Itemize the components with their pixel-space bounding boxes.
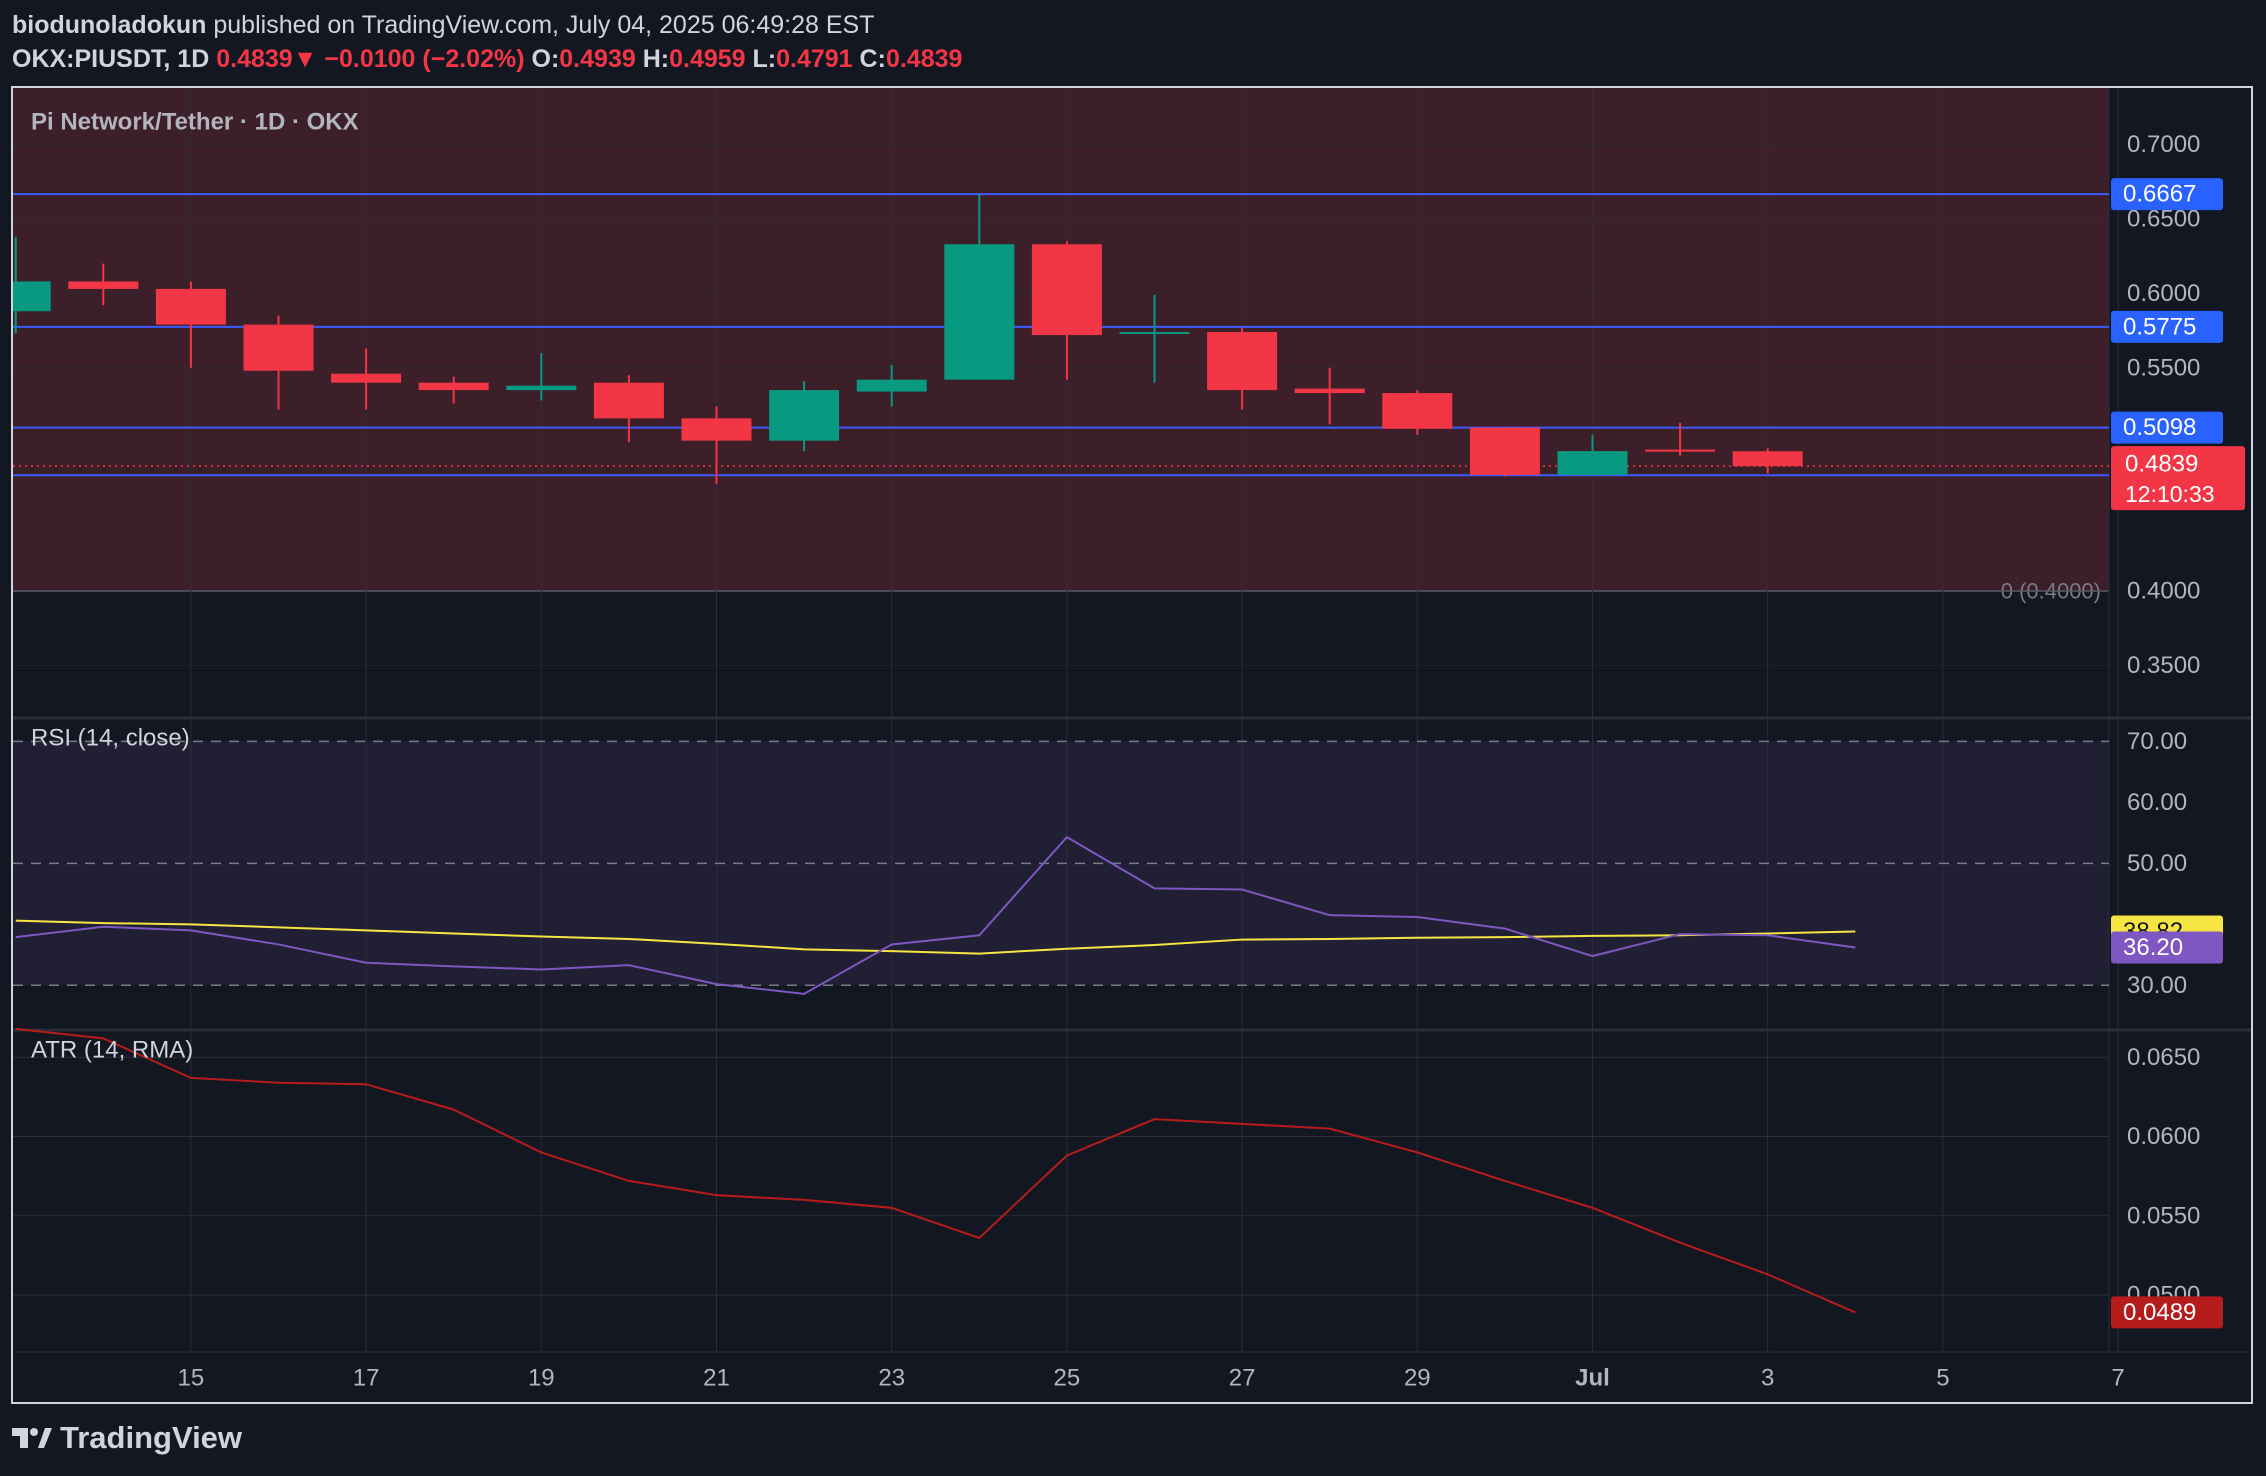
price-axis-label: 0.4000 [2127, 577, 2200, 604]
candle-down [1732, 451, 1803, 467]
atr-line [15, 1027, 1856, 1314]
rsi-last-tag: 36.20 [2123, 934, 2183, 961]
candle-up [769, 390, 840, 441]
tradingview-logo[interactable]: TradingView [12, 1420, 242, 1456]
candle-down [1469, 427, 1540, 475]
tradingview-logo-icon [12, 1428, 52, 1448]
level-tag: 0.5775 [2123, 313, 2196, 340]
time-axis-label: 7 [2111, 1365, 2124, 1392]
publish-line: biodunoladokun published on TradingView.… [12, 8, 962, 42]
high-value: 0.4959 [669, 45, 746, 73]
down-arrow-icon: ▼ [292, 45, 318, 73]
time-axis-label: Jul [1575, 1365, 1610, 1392]
rsi-axis-label: 60.00 [2127, 789, 2187, 816]
last-price-tag: 0.4839 [2125, 451, 2198, 478]
candle-down [1382, 393, 1453, 429]
time-axis-label: 29 [1404, 1365, 1431, 1392]
rsi-axis-label: 70.00 [2127, 728, 2187, 755]
candle-down [68, 281, 139, 289]
chart-frame[interactable]: 0 (0.4000) Pi Network/Tether · 1D · OKX RS… [11, 86, 2253, 1404]
candle-down [1294, 388, 1365, 394]
publisher-name[interactable]: biodunoladokun [12, 11, 206, 39]
open-label: O: [531, 45, 560, 73]
candle-up [856, 379, 927, 392]
chart-header: biodunoladokun published on TradingView.… [12, 8, 962, 76]
time-axis-label: 17 [353, 1365, 380, 1392]
price-axis-label: 0.3500 [2127, 652, 2200, 679]
price-axis-label: 0.6000 [2127, 280, 2200, 307]
candle-up [944, 244, 1015, 380]
rsi-pane-title: RSI (14, close) [31, 725, 190, 752]
rsi-axis-label: 50.00 [2127, 850, 2187, 877]
candle-down [1645, 449, 1716, 452]
candle-down [1207, 332, 1278, 391]
time-axis-label: 3 [1761, 1365, 1774, 1392]
candle-down [681, 418, 752, 441]
candle-up [1119, 332, 1190, 335]
price-axis-label: 0.7000 [2127, 131, 2200, 158]
candle-up [13, 281, 51, 312]
candle-down [418, 382, 489, 391]
candle-down [593, 382, 664, 419]
price-change: −0.0100 (−2.02%) [324, 45, 525, 73]
atr-last-tag: 0.0489 [2123, 1299, 2196, 1326]
atr-axis-label: 0.0600 [2127, 1123, 2200, 1150]
high-label: H: [642, 45, 670, 73]
symbol-name: OKX:PIUSDT, 1D [12, 45, 210, 73]
time-axis-label: 21 [703, 1365, 730, 1392]
level-tag: 0.5098 [2123, 414, 2196, 441]
atr-axis-label: 0.0650 [2127, 1044, 2200, 1071]
price-zone [13, 88, 2109, 591]
bar-countdown: 12:10:33 [2125, 481, 2215, 507]
candle-up [1557, 451, 1628, 475]
candle-down [155, 288, 226, 325]
close-value: 0.4839 [885, 45, 963, 73]
last-price: 0.4839 [216, 45, 293, 73]
candle-down [1031, 244, 1102, 336]
published-text: published on TradingView.com, July 04, 2… [213, 11, 875, 39]
time-axis-label: 25 [1054, 1365, 1081, 1392]
symbol-line: OKX:PIUSDT, 1D 0.4839▼ −0.0100 (−2.02%) … [12, 42, 962, 76]
low-value: 0.4791 [776, 45, 853, 73]
candle-down [243, 324, 314, 371]
level-tag: 0.6667 [2123, 181, 2196, 208]
tradingview-brand: TradingView [60, 1420, 243, 1455]
time-axis-label: 19 [528, 1365, 555, 1392]
low-label: L: [752, 45, 777, 73]
candle-up [506, 385, 577, 391]
rsi-axis-label: 30.00 [2127, 972, 2187, 999]
chart-canvas[interactable]: 0 (0.4000)Pi Network/Tether · 1D · OKXRS… [13, 88, 2251, 1402]
candle-down [331, 373, 402, 383]
open-value: 0.4939 [559, 45, 636, 73]
atr-axis-label: 0.0550 [2127, 1202, 2200, 1229]
price-axis-label: 0.5500 [2127, 354, 2200, 381]
atr-pane-title: ATR (14, RMA) [31, 1037, 193, 1064]
price-pane-title: Pi Network/Tether · 1D · OKX [31, 109, 359, 136]
close-label: C: [859, 45, 886, 73]
time-axis-label: 5 [1936, 1365, 1949, 1392]
time-axis-label: 15 [178, 1365, 205, 1392]
time-axis-label: 27 [1229, 1365, 1256, 1392]
time-axis-label: 23 [878, 1365, 905, 1392]
